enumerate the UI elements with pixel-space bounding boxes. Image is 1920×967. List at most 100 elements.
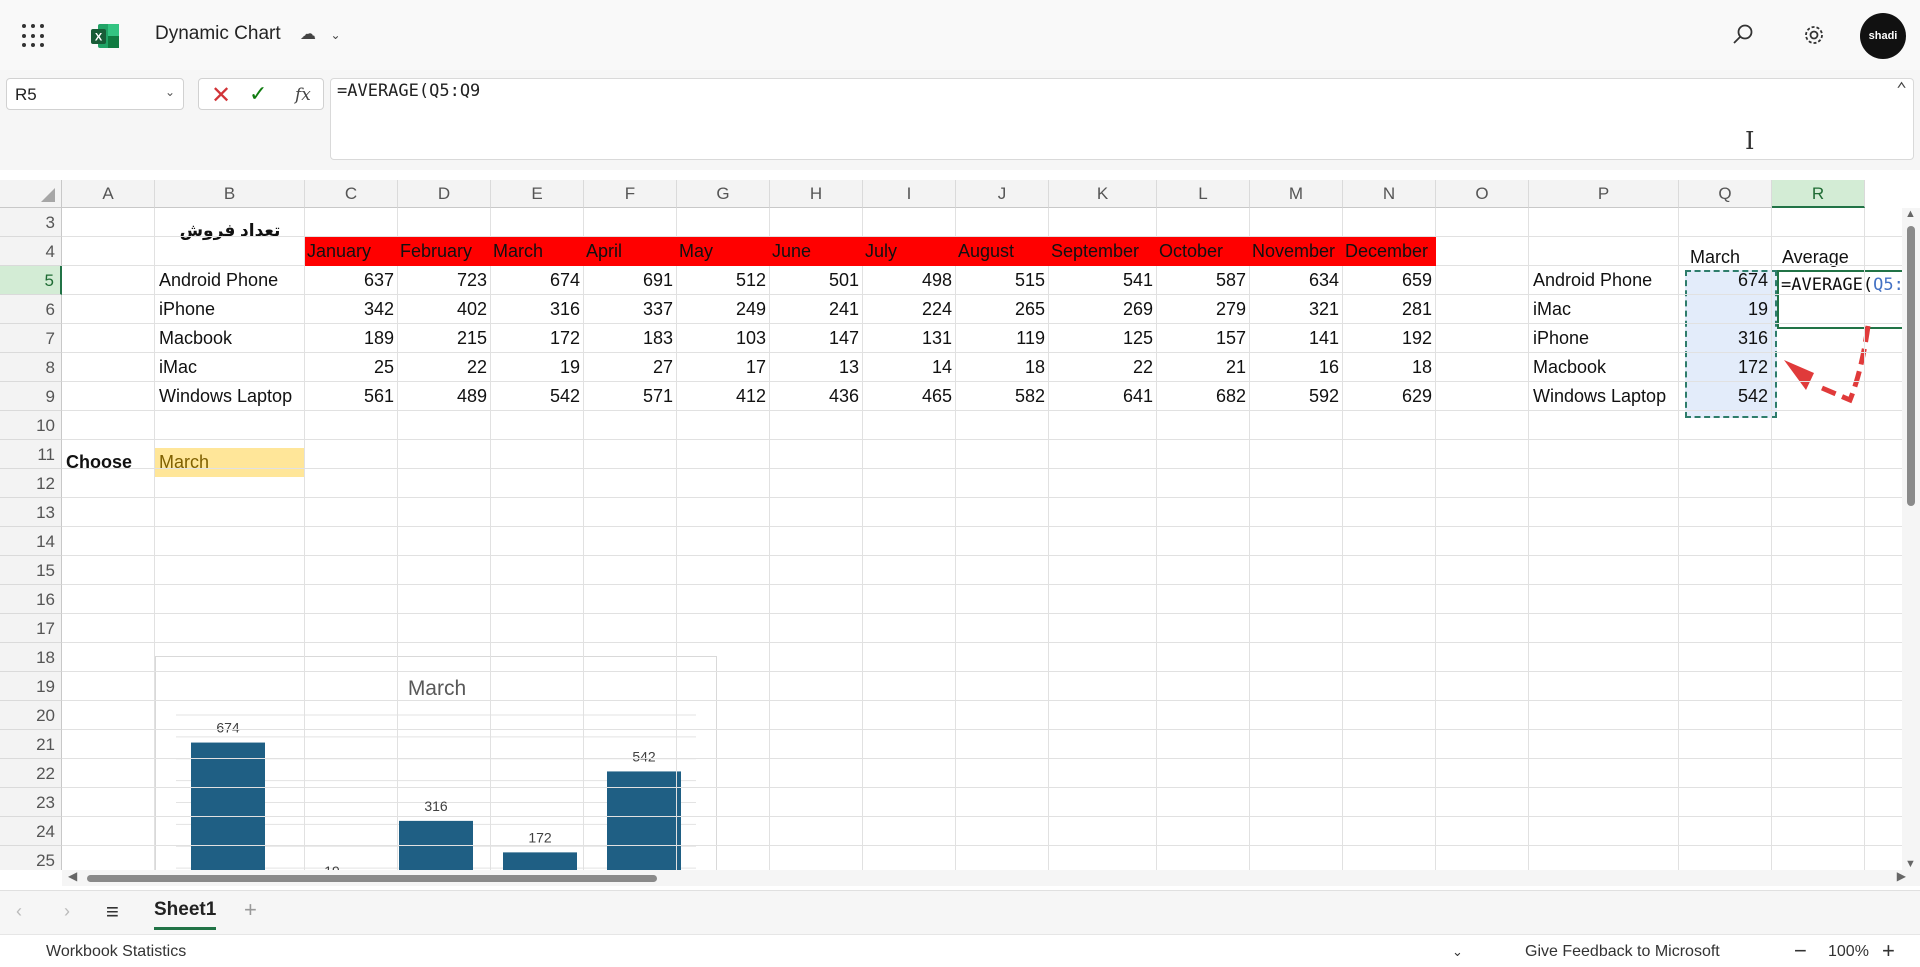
sales-value-cell[interactable]: 498: [863, 266, 956, 295]
sales-value-cell[interactable]: 16: [1250, 353, 1343, 382]
app-launcher-icon[interactable]: [22, 24, 46, 48]
sales-value-cell[interactable]: 249: [677, 295, 770, 324]
month-header-cell[interactable]: February: [398, 237, 491, 266]
product-name-cell[interactable]: Windows Laptop: [155, 382, 305, 411]
month-header-cell[interactable]: November: [1250, 237, 1343, 266]
sales-value-cell[interactable]: 436: [770, 382, 863, 411]
row-header-5[interactable]: 5: [0, 266, 62, 295]
sales-value-cell[interactable]: 224: [863, 295, 956, 324]
document-menu[interactable]: ☁ ⌄: [300, 24, 341, 44]
month-header-cell[interactable]: March: [491, 237, 584, 266]
sales-value-cell[interactable]: 321: [1250, 295, 1343, 324]
next-sheet-icon[interactable]: ›: [64, 901, 70, 922]
sales-value-cell[interactable]: 501: [770, 266, 863, 295]
name-box[interactable]: R5 ⌄: [6, 78, 184, 110]
lookup-value-cell[interactable]: 172: [1679, 353, 1772, 382]
sales-value-cell[interactable]: 682: [1157, 382, 1250, 411]
sales-value-cell[interactable]: 269: [1049, 295, 1157, 324]
month-header-cell[interactable]: June: [770, 237, 863, 266]
sales-value-cell[interactable]: 316: [491, 295, 584, 324]
lookup-name-cell[interactable]: Android Phone: [1529, 266, 1679, 295]
sales-value-cell[interactable]: 25: [305, 353, 398, 382]
sales-value-cell[interactable]: 515: [956, 266, 1049, 295]
sales-value-cell[interactable]: 18: [956, 353, 1049, 382]
sales-value-cell[interactable]: 172: [491, 324, 584, 353]
month-header-cell[interactable]: September: [1049, 237, 1157, 266]
sales-value-cell[interactable]: 674: [491, 266, 584, 295]
column-header-O[interactable]: O: [1436, 180, 1529, 208]
month-header-cell[interactable]: December: [1343, 237, 1436, 266]
spreadsheet-grid[interactable]: تعداد فروش Choose March March Average =A…: [0, 180, 1920, 870]
formula-input[interactable]: =AVERAGE(Q5:Q9 ⌃: [330, 78, 1914, 160]
row-header-10[interactable]: 10: [0, 411, 62, 440]
sales-value-cell[interactable]: 22: [398, 353, 491, 382]
column-header-L[interactable]: L: [1157, 180, 1250, 208]
scroll-down-icon[interactable]: ▼: [1905, 858, 1916, 870]
workbook-statistics-button[interactable]: Workbook Statistics: [46, 943, 186, 961]
zoom-out-icon[interactable]: −: [1794, 938, 1807, 964]
sales-value-cell[interactable]: 13: [770, 353, 863, 382]
column-header-A[interactable]: A: [62, 180, 155, 208]
sales-value-cell[interactable]: 215: [398, 324, 491, 353]
sales-value-cell[interactable]: 103: [677, 324, 770, 353]
column-header-Q[interactable]: Q: [1679, 180, 1772, 208]
row-header-24[interactable]: 24: [0, 817, 62, 846]
tab-sheet1[interactable]: Sheet1: [154, 899, 217, 930]
row-header-20[interactable]: 20: [0, 701, 62, 730]
sales-value-cell[interactable]: 641: [1049, 382, 1157, 411]
row-header-12[interactable]: 12: [0, 469, 62, 498]
month-header-cell[interactable]: August: [956, 237, 1049, 266]
row-header-23[interactable]: 23: [0, 788, 62, 817]
cancel-icon[interactable]: ✕: [211, 81, 231, 110]
sales-value-cell[interactable]: 279: [1157, 295, 1250, 324]
scroll-up-icon[interactable]: ▲: [1905, 208, 1916, 220]
vertical-scrollbar[interactable]: ▲ ▼: [1902, 208, 1920, 870]
give-feedback-button[interactable]: Give Feedback to Microsoft: [1525, 943, 1720, 961]
document-title[interactable]: Dynamic Chart: [155, 23, 281, 45]
sales-value-cell[interactable]: 157: [1157, 324, 1250, 353]
sales-value-cell[interactable]: 571: [584, 382, 677, 411]
column-header-C[interactable]: C: [305, 180, 398, 208]
lookup-header-r[interactable]: Average: [1778, 243, 1871, 272]
column-header-I[interactable]: I: [863, 180, 956, 208]
row-header-17[interactable]: 17: [0, 614, 62, 643]
column-header-F[interactable]: F: [584, 180, 677, 208]
sales-value-cell[interactable]: 125: [1049, 324, 1157, 353]
collapse-formula-bar-icon[interactable]: ⌃: [1896, 79, 1907, 100]
product-name-cell[interactable]: Android Phone: [155, 266, 305, 295]
sales-value-cell[interactable]: 189: [305, 324, 398, 353]
zoom-level[interactable]: 100%: [1828, 943, 1869, 961]
sales-value-cell[interactable]: 691: [584, 266, 677, 295]
column-header-H[interactable]: H: [770, 180, 863, 208]
row-header-15[interactable]: 15: [0, 556, 62, 585]
column-header-K[interactable]: K: [1049, 180, 1157, 208]
sales-value-cell[interactable]: 587: [1157, 266, 1250, 295]
all-sheets-menu-icon[interactable]: ≡: [106, 899, 119, 925]
sales-value-cell[interactable]: 183: [584, 324, 677, 353]
month-header-cell[interactable]: April: [584, 237, 677, 266]
row-header-18[interactable]: 18: [0, 643, 62, 672]
row-header-11[interactable]: 11: [0, 440, 62, 469]
sales-value-cell[interactable]: 542: [491, 382, 584, 411]
sales-value-cell[interactable]: 147: [770, 324, 863, 353]
sales-value-cell[interactable]: 512: [677, 266, 770, 295]
column-header-R[interactable]: R: [1772, 180, 1865, 208]
scroll-left-icon[interactable]: ◀: [68, 869, 77, 883]
sales-value-cell[interactable]: 19: [491, 353, 584, 382]
row-header-8[interactable]: 8: [0, 353, 62, 382]
lookup-value-cell[interactable]: 674: [1679, 266, 1772, 295]
sales-value-cell[interactable]: 21: [1157, 353, 1250, 382]
sales-value-cell[interactable]: 17: [677, 353, 770, 382]
lookup-name-cell[interactable]: iPhone: [1529, 324, 1679, 353]
horizontal-scroll-thumb[interactable]: [87, 875, 657, 882]
sales-value-cell[interactable]: 634: [1250, 266, 1343, 295]
column-header-D[interactable]: D: [398, 180, 491, 208]
column-header-N[interactable]: N: [1343, 180, 1436, 208]
month-header-cell[interactable]: July: [863, 237, 956, 266]
chevron-down-icon[interactable]: ⌄: [165, 85, 175, 99]
row-header-22[interactable]: 22: [0, 759, 62, 788]
lookup-value-cell[interactable]: 542: [1679, 382, 1772, 411]
column-header-E[interactable]: E: [491, 180, 584, 208]
lookup-name-cell[interactable]: Macbook: [1529, 353, 1679, 382]
sales-value-cell[interactable]: 592: [1250, 382, 1343, 411]
